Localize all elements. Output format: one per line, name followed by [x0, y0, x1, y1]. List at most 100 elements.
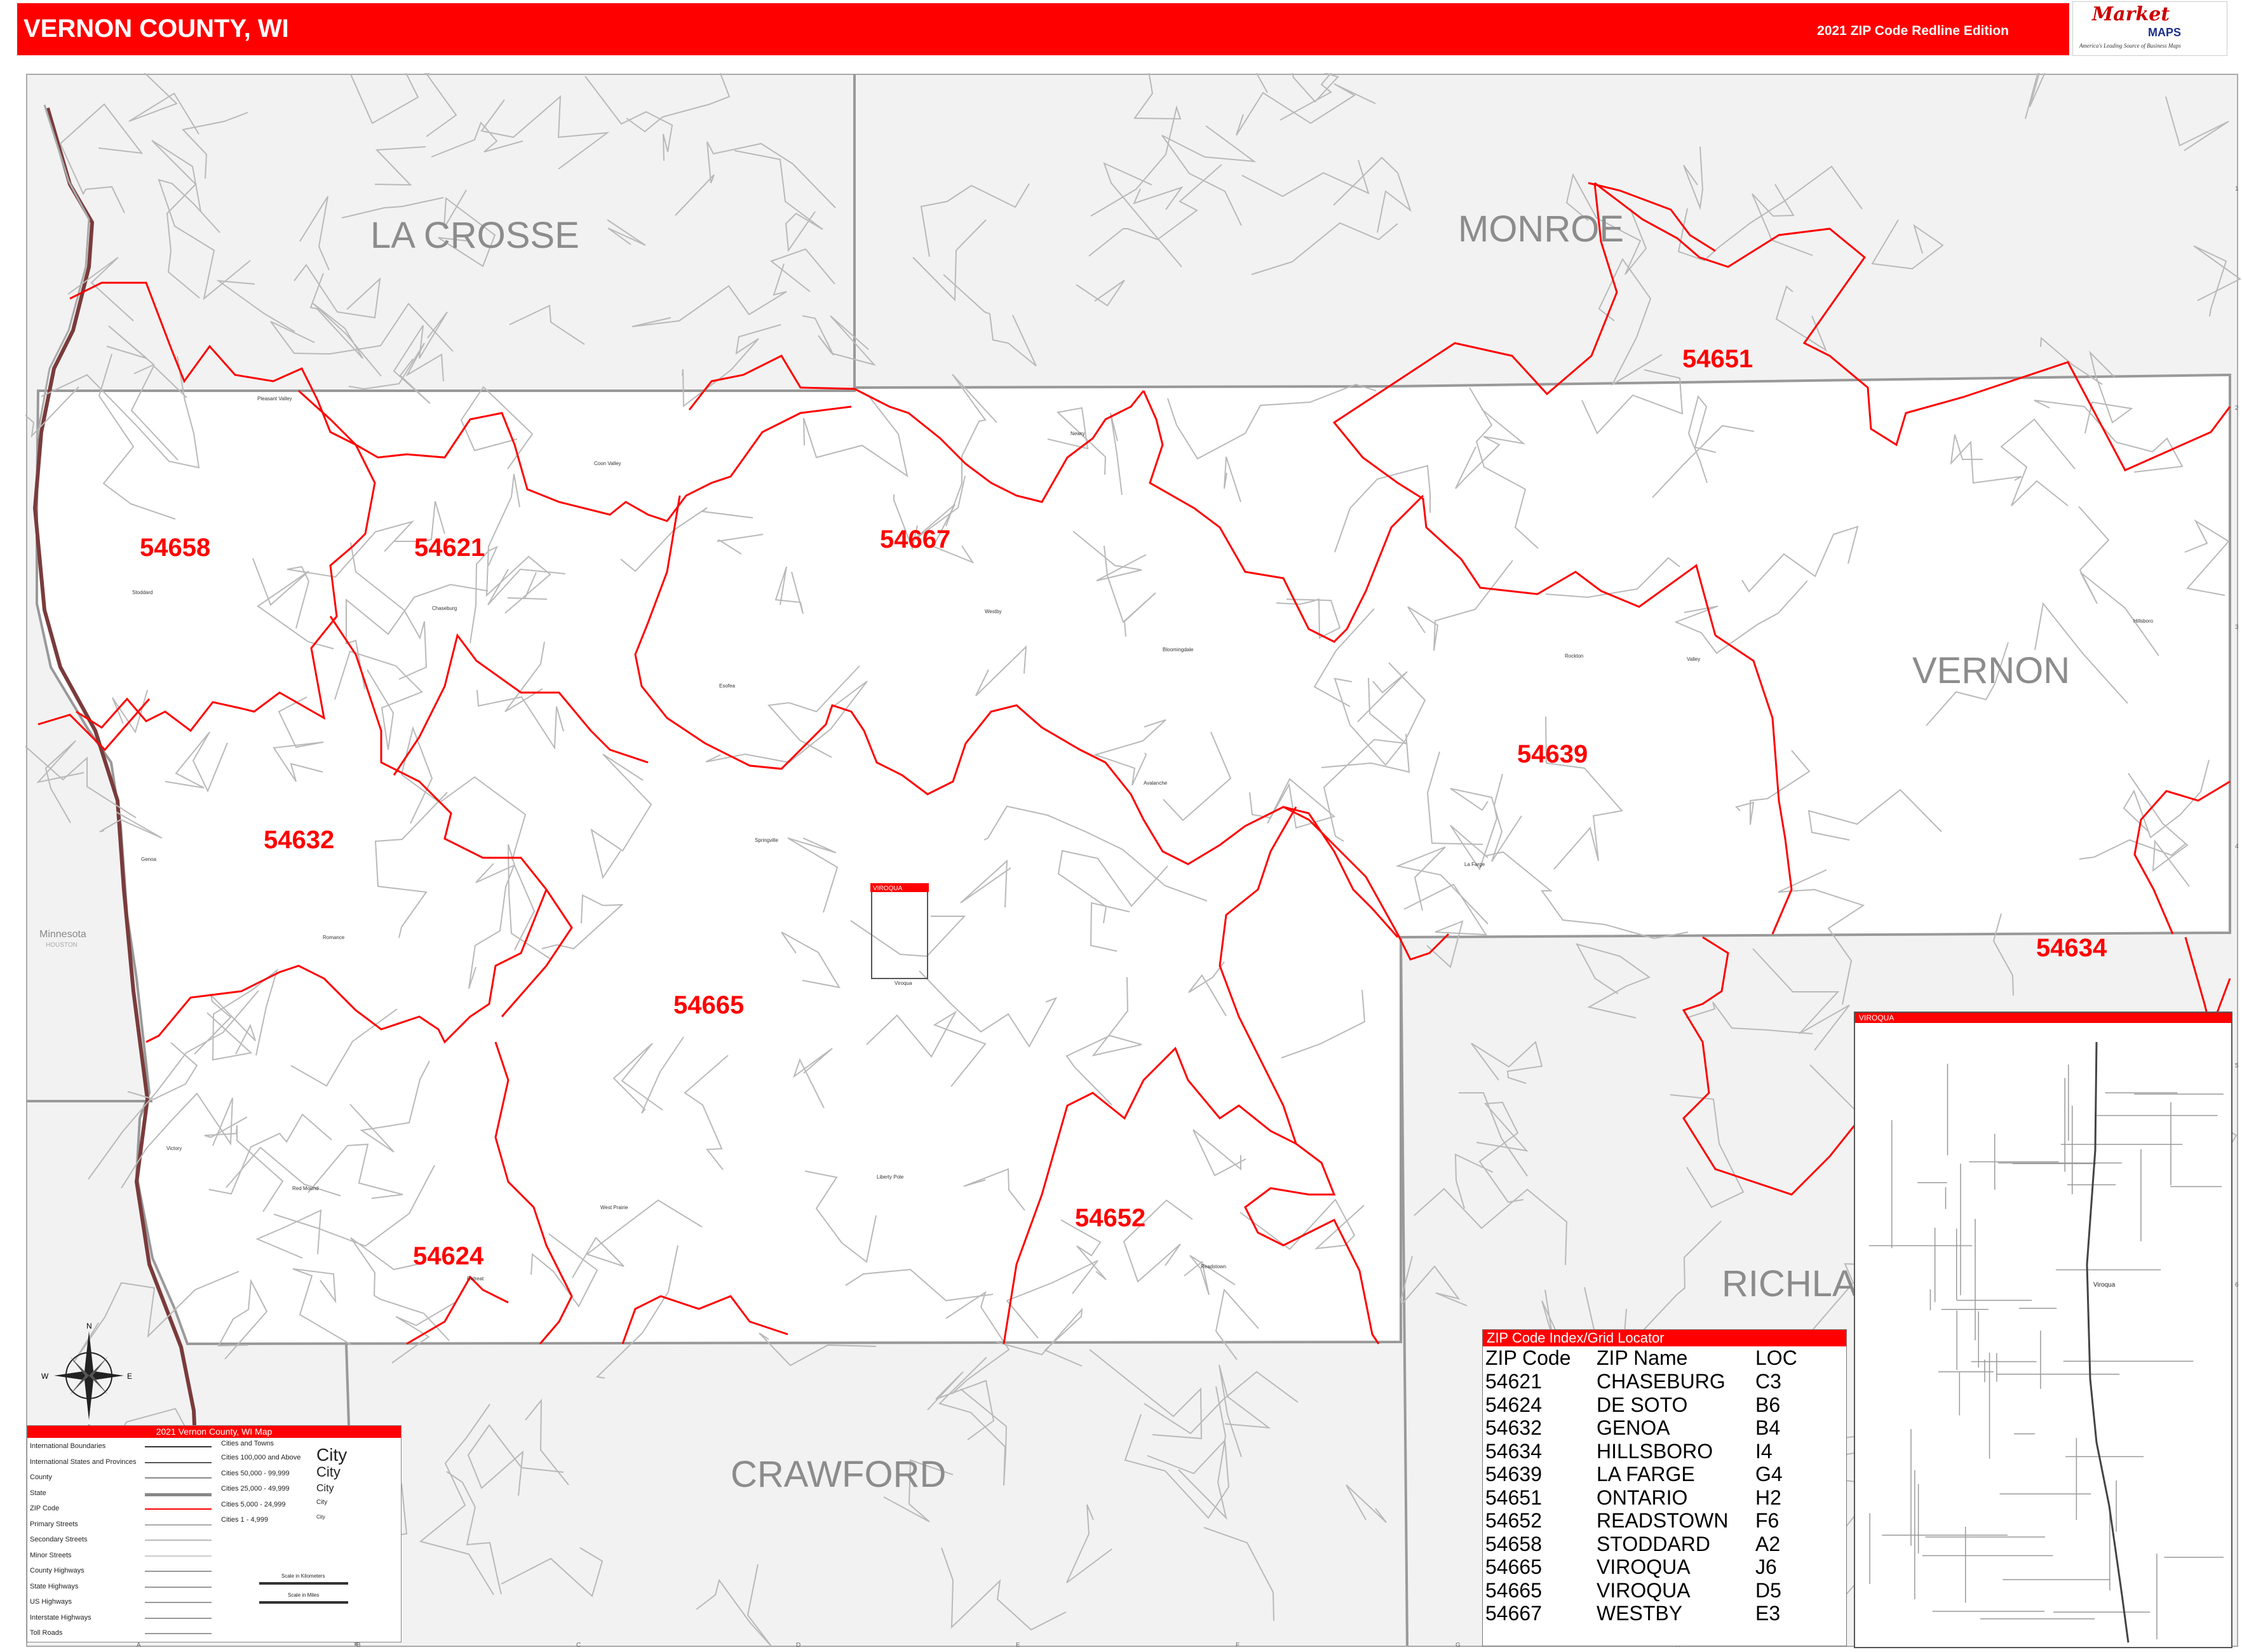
place-label: Chaseburg [432, 606, 457, 611]
loc-cell: B6 [1755, 1393, 1781, 1416]
zip-name-cell: CHASEBURG [1597, 1370, 1725, 1393]
zip-name-cell: VIROQUA [1597, 1578, 1691, 1602]
loc-cell: H2 [1755, 1486, 1781, 1509]
zip-code-cell: 54652 [1485, 1509, 1542, 1532]
place-label: Springville [755, 837, 778, 843]
legend-line-swatch [145, 1602, 212, 1603]
loc-cell: I4 [1755, 1439, 1773, 1463]
zip-name-cell: HILLSBORO [1597, 1439, 1713, 1463]
zip-name-cell: DE SOTO [1597, 1393, 1688, 1416]
legend-line-swatch [145, 1633, 212, 1634]
place-label: Victory [166, 1146, 182, 1151]
place-label: Coon Valley [594, 461, 621, 466]
zip-label-54667: 54667 [880, 525, 950, 553]
zip-label-54624: 54624 [413, 1242, 484, 1270]
place-label: Bloomingdale [1163, 647, 1194, 653]
zip-index-header: ZIP Code [1485, 1346, 1571, 1369]
place-label: West Prairie [600, 1205, 628, 1210]
legend-line-label: Interstate Highways [30, 1613, 91, 1622]
zip-code-cell: 54624 [1485, 1393, 1542, 1416]
county-label-monroe: MONROE [1458, 208, 1624, 250]
zip-name-cell: ONTARIO [1597, 1486, 1688, 1509]
inset-title: VIROQUA [1855, 1013, 2231, 1023]
legend-city-label: Cities 100,000 and Above [221, 1454, 301, 1461]
zip-index-row: 54621 CHASEBURG C3 [1485, 1370, 1832, 1393]
zip-index-row: 54639 LA FARGE G4 [1485, 1463, 1832, 1486]
state-sub-label: HOUSTON [46, 942, 78, 949]
county-label-la-crosse: LA CROSSE [370, 215, 579, 256]
zip-index-table: ZIP Code ZIP Name LOC 54621 CHASEBURG C3 54… [1485, 1346, 1832, 1625]
zip-label-54639: 54639 [1517, 740, 1588, 768]
zip-label-54652: 54652 [1075, 1204, 1145, 1232]
zip-index-row: 54651 ONTARIO H2 [1485, 1486, 1832, 1510]
place-label: Avalanche [1144, 780, 1168, 786]
grid-row-label: 4 [2235, 843, 2239, 850]
legend-line-label: State Highways [30, 1582, 79, 1590]
svg-text:N: N [86, 1322, 92, 1330]
zip-name-cell: READSTOWN [1597, 1509, 1729, 1532]
loc-cell: E3 [1755, 1602, 1781, 1625]
legend-city-label: Cities 5,000 - 24,999 [221, 1500, 286, 1508]
zip-code-cell: 54651 [1485, 1486, 1542, 1509]
place-label: Romance [323, 935, 345, 940]
grid-row-label: 2 [2235, 405, 2239, 412]
loc-cell: C3 [1755, 1370, 1781, 1393]
legend-city-sample: City [316, 1498, 328, 1506]
map-title: VERNON COUNTY, WI [24, 15, 289, 43]
legend-line-label: Minor Streets [30, 1551, 72, 1559]
place-label: Valley [1687, 656, 1700, 662]
grid-column-label: C [576, 1642, 581, 1649]
legend-line-swatch [145, 1540, 212, 1541]
place-label: Pleasant Valley [257, 396, 292, 402]
zip-name-cell: VIROQUA [1597, 1555, 1691, 1578]
grid-column-label: E [1016, 1642, 1020, 1649]
place-label: Liberty Pole [877, 1174, 904, 1180]
legend-line-label: County [30, 1473, 52, 1481]
zip-label-54651: 54651 [1682, 345, 1753, 373]
legend-scale-km: Scale in Kilometers [281, 1573, 325, 1579]
zip-code-cell: 54658 [1485, 1532, 1542, 1555]
viroqua-inset-map[interactable]: VIROQUA Viroqua [1854, 1012, 2232, 1648]
place-label: Red Mound [292, 1186, 318, 1191]
loc-cell: A2 [1755, 1532, 1781, 1555]
legend-line-label: Toll Roads [30, 1629, 63, 1637]
place-label: La Farge [1464, 862, 1485, 867]
legend-line-label: Primary Streets [30, 1520, 78, 1528]
legend-line-swatch [145, 1493, 212, 1496]
grid-column-label: D [796, 73, 800, 74]
zip-label-54634: 54634 [2036, 934, 2107, 962]
grid-column-label: A [137, 73, 141, 74]
loc-cell: D5 [1755, 1578, 1781, 1602]
legend-city-sample: City [316, 1514, 325, 1520]
legend-line-label: US Highways [30, 1598, 72, 1606]
grid-column-label: A [137, 1642, 141, 1649]
zip-name-cell: STODDARD [1597, 1532, 1710, 1555]
grid-row-label: 1 [2235, 186, 2239, 193]
zip-label-54665: 54665 [673, 991, 744, 1019]
place-label: Hillsboro [2133, 618, 2154, 624]
legend-scale-mi: Scale in Miles [288, 1592, 320, 1598]
place-label: Viroqua [895, 980, 912, 986]
legend-cities-title: Cities and Towns [221, 1440, 274, 1447]
place-label: Retreat [467, 1276, 484, 1282]
zip-code-cell: 54639 [1485, 1463, 1542, 1486]
logo-brand-bottom: MAPS [2148, 26, 2182, 39]
legend-line-swatch [145, 1524, 212, 1526]
zip-index-header: ZIP Name [1597, 1346, 1688, 1369]
state-label: Minnesota [39, 929, 86, 940]
logo-tagline: America's Leading Source of Business Map… [2079, 43, 2181, 49]
grid-column-label: E [1016, 73, 1020, 74]
loc-cell: G4 [1755, 1463, 1783, 1486]
scale-bar-km [259, 1582, 348, 1585]
place-label: Westby [985, 609, 1002, 614]
legend-line-swatch [145, 1477, 212, 1479]
zip-index-row: 54665 VIROQUA D5 [1485, 1579, 1832, 1602]
grid-column-label: F [1236, 73, 1239, 74]
place-label: Stoddard [132, 590, 152, 595]
zip-index-row: 54665 VIROQUA J6 [1485, 1555, 1832, 1579]
loc-cell: B4 [1755, 1416, 1781, 1439]
zip-index-row: 54667 WESTBY E3 [1485, 1602, 1832, 1625]
map-legend: 2021 Vernon County, WI Map International… [27, 1425, 402, 1642]
legend-line-swatch [145, 1508, 212, 1510]
place-label: Esofea [719, 683, 735, 689]
